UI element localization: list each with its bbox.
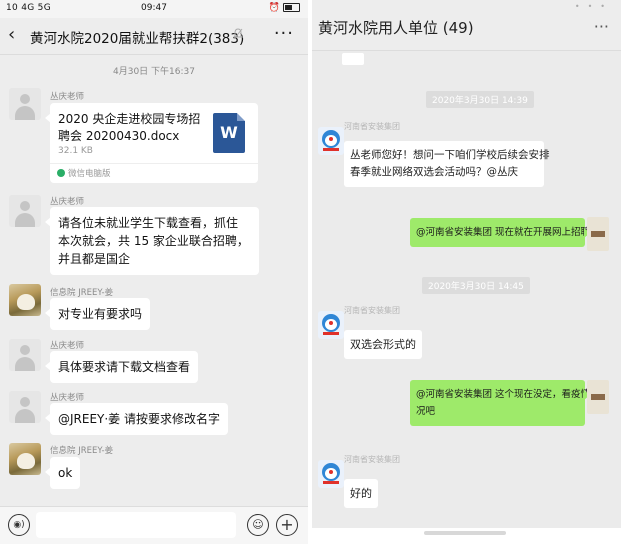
chat-header: ‹ 黄河水院2020届就业帮扶群2(383) ··· [0,18,308,55]
message-line: 请各位未就业学生下载查看，抓住 [58,216,239,230]
sender-name: 河南省安装集团 [344,306,400,315]
text-message[interactable]: ok [44,457,81,489]
chat-info-button[interactable]: ··· [274,23,294,44]
text-message[interactable]: 好的 [344,479,378,508]
more-options-icon[interactable]: + [276,514,298,536]
scroll-indicator[interactable] [424,531,506,535]
avatar[interactable] [9,391,41,423]
back-arrow-icon[interactable]: ‹ [8,24,15,46]
wechat-pc-icon [57,169,65,177]
file-size: 32.1 KB [58,146,93,156]
avatar[interactable] [318,460,344,488]
chat-title: 黄河水院用人单位 (49) [318,19,474,37]
battery-icon [283,3,300,12]
avatar[interactable] [9,443,41,475]
sender-name: 丛庆老师 [50,341,85,351]
self-avatar[interactable] [587,380,609,414]
voice-input-icon[interactable]: ◉) [8,514,30,536]
text-message[interactable]: 对专业有要求吗 [44,298,151,330]
divider [50,163,258,164]
message-line: @河南省安装集团 这个现在没定，看疫情情 [416,389,600,400]
right-chat-screen: ••• 黄河水院用人单位 (49) ··· 2020年3月30日 14:39 河… [312,0,621,544]
status-right: ⏰ [269,3,300,13]
chat-title: 黄河水院2020届就业帮扶群2(383) [30,31,245,47]
status-time: 09:47 [141,3,167,13]
sender-name: 丛庆老师 [50,92,85,102]
status-icons: ••• [574,2,613,11]
text-message[interactable]: 双选会形式的 [344,330,422,359]
mute-bell-icon [233,28,243,40]
text-message[interactable]: @JREEY·姜 请按要求修改名字 [44,403,229,435]
avatar[interactable] [318,311,344,339]
file-source: 微信电脑版 [68,169,111,179]
message-line: 况吧 [416,406,436,417]
sender-name: 丛庆老师 [50,197,85,207]
avatar[interactable] [9,88,41,120]
sender-name: 河南省安装集团 [344,122,400,131]
alarm-icon: ⏰ [268,3,280,13]
avatar[interactable] [9,195,41,227]
text-message[interactable]: 请各位未就业学生下载查看，抓住 本次就会，共 15 家企业联合招聘， 并且都是国… [45,207,259,275]
self-avatar[interactable] [587,217,609,251]
sent-message[interactable]: @河南省安装集团 现在就在开展网上招聘呀 [410,218,600,247]
chat-info-button[interactable]: ··· [594,17,609,36]
partial-message [342,53,364,65]
message-timestamp: 4月30日 下午16:37 [113,67,195,77]
emoji-icon[interactable]: ☺ [247,514,269,536]
avatar[interactable] [9,284,41,316]
sent-message[interactable]: @河南省安装集团 这个现在没定，看疫情情 况吧 [410,380,600,426]
text-message[interactable]: 具体要求请下载文档查看 [44,351,199,383]
message-line: 春季就业网络双选会活动吗？@丛庆 [350,166,518,178]
status-bar: ••• [312,0,621,14]
message-line: 并且都是国企 [58,252,131,266]
message-timestamp: 2020年3月30日 14:39 [426,91,534,108]
left-chat-screen: 10 4G 5G 09:47 ⏰ ‹ 黄河水院2020届就业帮扶群2(383) … [0,0,308,544]
avatar[interactable] [9,339,41,371]
sender-name: 河南省安装集团 [344,455,400,464]
message-timestamp: 2020年3月30日 14:45 [422,277,530,294]
file-message[interactable]: 2020 央企走进校园专场招聘会 20200430.docx 32.1 KB W… [45,103,258,183]
sender-name: 信息院 JREEY-姜 [50,288,114,298]
message-input[interactable] [36,512,236,538]
text-message[interactable]: 丛老师您好！想问一下咱们学校后续会安排 春季就业网络双选会活动吗？@丛庆 [344,141,550,187]
file-name: 2020 央企走进校园专场招聘会 20200430.docx [58,112,201,143]
message-line: 丛老师您好！想问一下咱们学校后续会安排 [350,149,550,161]
sender-name: 信息院 JREEY-姜 [50,446,114,456]
avatar[interactable] [318,127,344,155]
sender-name: 丛庆老师 [50,393,85,403]
input-bar: ◉) ☺ + [0,506,308,544]
status-bar: 10 4G 5G 09:47 ⏰ [0,0,308,18]
word-document-icon: W [213,113,245,153]
message-line: 本次就会，共 15 家企业联合招聘， [58,234,249,248]
